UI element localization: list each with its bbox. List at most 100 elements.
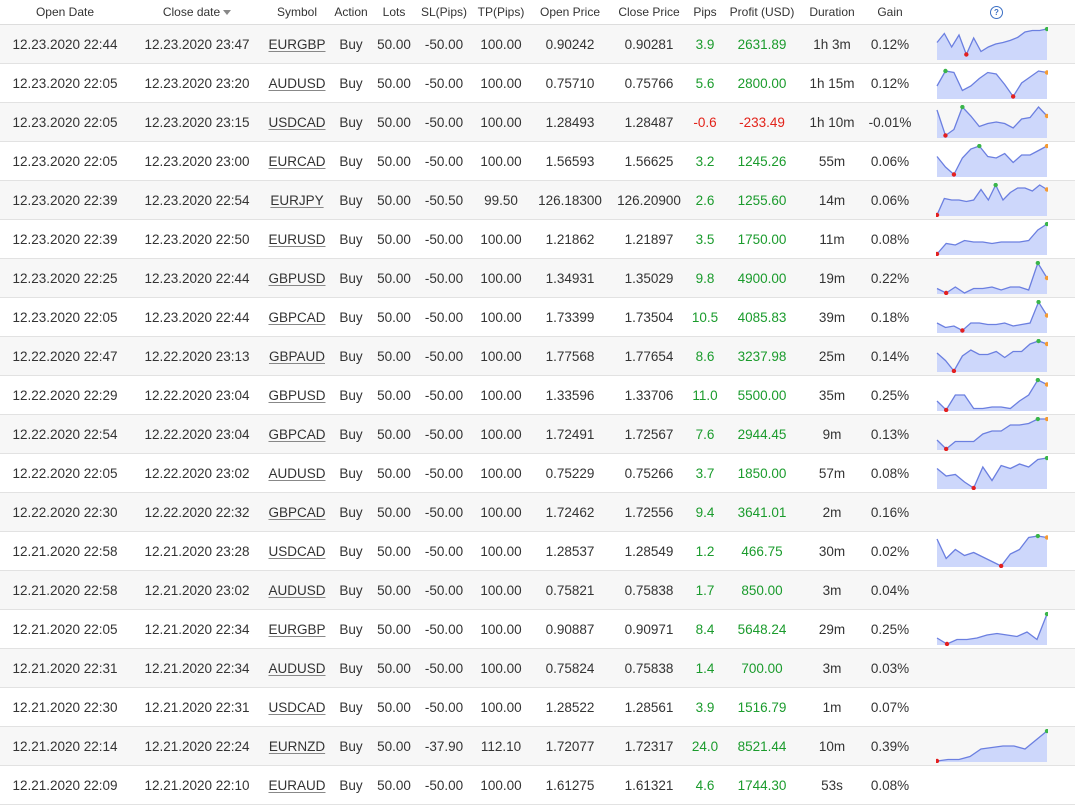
symbol-link[interactable]: GBPCAD	[268, 427, 325, 442]
symbol-link[interactable]: EURJPY	[270, 193, 323, 208]
col-close-date-label: Close date	[162, 5, 221, 19]
cell-pips: 2.6	[688, 180, 722, 220]
help-icon[interactable]: ?	[990, 6, 1003, 20]
cell-open-date: 12.21.2020 22:58	[0, 531, 130, 571]
cell-tp: 100.00	[472, 63, 530, 103]
symbol-link[interactable]: GBPUSD	[268, 388, 325, 403]
sparkline-min-dot	[936, 758, 940, 763]
sparkline-max-dot	[943, 68, 948, 74]
cell-lots: 50.00	[372, 765, 416, 805]
cell-gain: 0.12%	[862, 24, 918, 64]
sparkline-max-dot	[1044, 612, 1048, 617]
cell-open-price: 1.73399	[530, 297, 610, 337]
symbol-link[interactable]: GBPCAD	[268, 310, 325, 325]
sparkline-area	[937, 419, 1047, 450]
sparkline-min-dot	[944, 641, 950, 646]
cell-sl: -50.00	[416, 63, 472, 103]
cell-open-date: 12.23.2020 22:25	[0, 258, 130, 298]
cell-open-date: 12.22.2020 22:29	[0, 375, 130, 415]
cell-close-date: 12.22.2020 22:32	[130, 492, 264, 532]
trade-sparkline[interactable]	[936, 66, 1048, 100]
cell-sparkline	[918, 180, 1075, 220]
cell-lots: 50.00	[372, 726, 416, 766]
symbol-link[interactable]: AUDUSD	[268, 466, 325, 481]
cell-close-date: 12.23.2020 23:15	[130, 102, 264, 142]
symbol-link[interactable]: AUDUSD	[268, 76, 325, 91]
trade-sparkline[interactable]	[936, 261, 1048, 295]
cell-lots: 50.00	[372, 648, 416, 688]
cell-lots: 50.00	[372, 219, 416, 259]
symbol-link[interactable]: GBPCAD	[268, 505, 325, 520]
col-lots[interactable]: Lots	[372, 0, 416, 25]
col-sl[interactable]: SL(Pips)	[416, 0, 472, 25]
symbol-link[interactable]: USDCAD	[268, 544, 325, 559]
cell-profit: 3237.98	[722, 336, 802, 376]
cell-action: Buy	[330, 531, 372, 571]
cell-action: Buy	[330, 414, 372, 454]
cell-close-date: 12.23.2020 22:54	[130, 180, 264, 220]
col-profit[interactable]: Profit (USD)	[722, 0, 802, 25]
col-duration[interactable]: Duration	[802, 0, 862, 25]
cell-symbol: GBPUSD	[264, 258, 330, 298]
trade-sparkline[interactable]	[936, 612, 1048, 646]
trade-sparkline[interactable]	[936, 456, 1048, 490]
trade-sparkline[interactable]	[936, 27, 1048, 61]
trade-sparkline[interactable]	[936, 378, 1048, 412]
symbol-link[interactable]: USDCAD	[268, 115, 325, 130]
cell-lots: 50.00	[372, 141, 416, 181]
cell-action: Buy	[330, 258, 372, 298]
col-action[interactable]: Action	[330, 0, 372, 25]
sparkline-min-dot	[1010, 94, 1016, 99]
cell-action: Buy	[330, 726, 372, 766]
symbol-link[interactable]: EURGBP	[268, 37, 325, 52]
symbol-link[interactable]: EURCAD	[268, 154, 325, 169]
trade-sparkline[interactable]	[936, 105, 1048, 139]
trade-sparkline[interactable]	[936, 729, 1048, 763]
col-pips[interactable]: Pips	[688, 0, 722, 25]
trade-sparkline[interactable]	[936, 300, 1048, 334]
cell-open-price: 1.56593	[530, 141, 610, 181]
trade-sparkline[interactable]	[936, 144, 1048, 178]
col-close-price[interactable]: Close Price	[610, 0, 688, 25]
cell-pips: 1.4	[688, 648, 722, 688]
cell-sparkline	[918, 531, 1075, 571]
cell-duration: 19m	[802, 258, 862, 298]
cell-action: Buy	[330, 63, 372, 103]
symbol-link[interactable]: AUDUSD	[268, 661, 325, 676]
col-open-date[interactable]: Open Date	[0, 0, 130, 25]
symbol-link[interactable]: EURGBP	[268, 622, 325, 637]
symbol-link[interactable]: GBPAUD	[269, 349, 325, 364]
symbol-link[interactable]: EURUSD	[268, 232, 325, 247]
cell-sl: -50.00	[416, 453, 472, 493]
trade-history-table: Open Date Close date Symbol Action Lots …	[0, 0, 1075, 805]
symbol-link[interactable]: EURAUD	[268, 778, 325, 793]
col-open-price[interactable]: Open Price	[530, 0, 610, 25]
symbol-link[interactable]: AUDUSD	[268, 583, 325, 598]
table-row: 12.23.2020 22:39 12.23.2020 22:54 EURJPY Bu…	[0, 180, 1075, 220]
col-gain[interactable]: Gain	[862, 0, 918, 25]
cell-open-date: 12.22.2020 22:30	[0, 492, 130, 532]
symbol-link[interactable]: GBPUSD	[268, 271, 325, 286]
cell-symbol: EURNZD	[264, 726, 330, 766]
trade-sparkline[interactable]	[936, 183, 1048, 217]
cell-pips: 3.2	[688, 141, 722, 181]
trade-sparkline[interactable]	[936, 339, 1048, 373]
trade-sparkline[interactable]	[936, 417, 1048, 451]
col-close-date[interactable]: Close date	[130, 0, 264, 25]
table-row: 12.21.2020 22:09 12.21.2020 22:10 EURAUD Bu…	[0, 765, 1075, 805]
cell-sl: -50.00	[416, 141, 472, 181]
symbol-link[interactable]: USDCAD	[268, 700, 325, 715]
table-row: 12.22.2020 22:47 12.22.2020 23:13 GBPAUD Bu…	[0, 336, 1075, 376]
sparkline-max-dot	[960, 105, 965, 110]
cell-open-price: 1.72462	[530, 492, 610, 532]
cell-close-date: 12.22.2020 23:02	[130, 453, 264, 493]
trade-sparkline[interactable]	[936, 222, 1048, 256]
trade-sparkline[interactable]	[936, 534, 1048, 568]
cell-duration: 1h 15m	[802, 63, 862, 103]
col-tp[interactable]: TP(Pips)	[472, 0, 530, 25]
col-symbol[interactable]: Symbol	[264, 0, 330, 25]
cell-symbol: AUDUSD	[264, 63, 330, 103]
cell-gain: 0.06%	[862, 180, 918, 220]
cell-tp: 100.00	[472, 141, 530, 181]
symbol-link[interactable]: EURNZD	[269, 739, 325, 754]
